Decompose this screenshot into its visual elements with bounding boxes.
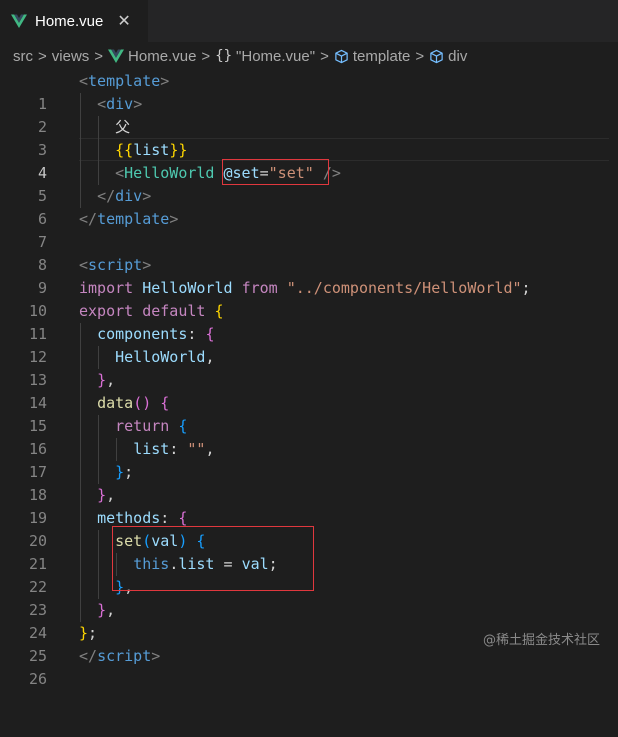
code-line[interactable]: 9 <script> (0, 254, 618, 297)
vue-icon (11, 13, 27, 29)
line-number: 26 (28, 670, 47, 688)
vue-icon (108, 48, 125, 64)
code-line[interactable]: 19 }, (0, 484, 618, 527)
watermark: @稀土掘金技术社区 (482, 633, 600, 648)
code-line[interactable]: 1 <template> (0, 70, 618, 113)
code-line[interactable]: 18 }; (0, 461, 618, 504)
chevron-right-icon: > (320, 47, 329, 65)
code-editor[interactable]: 1 <template> 2 <div> 3 父 4 {{list}} 5 <H… (0, 70, 618, 688)
breadcrumb-div[interactable]: div (429, 48, 467, 65)
breadcrumb-label: div (448, 47, 468, 65)
tab-home-vue[interactable]: Home.vue ✕ (0, 0, 148, 42)
breadcrumb-module[interactable]: {} "Home.vue" (215, 48, 315, 65)
code-line[interactable]: 15 data() { (0, 392, 618, 435)
breadcrumb-home-vue[interactable]: Home.vue (108, 48, 196, 65)
code-line[interactable]: 24 }, (0, 599, 618, 642)
code-line[interactable]: 10 import HelloWorld from "../components… (0, 277, 618, 320)
code-line[interactable]: 6 </div> (0, 185, 618, 228)
chevron-right-icon: > (201, 47, 211, 65)
code-line[interactable]: 12 components: { (0, 323, 618, 366)
close-icon[interactable]: ✕ (117, 11, 130, 31)
code-line[interactable]: 8 (0, 231, 618, 274)
code-line[interactable]: 7 </template> (0, 208, 618, 251)
braces-icon: {} (215, 48, 233, 64)
chevron-right-icon: > (94, 47, 104, 65)
cube-icon (334, 49, 349, 64)
code-line[interactable]: 16 return { (0, 415, 618, 458)
breadcrumb-views[interactable]: views (52, 48, 90, 65)
code-line[interactable]: 26 </script> (0, 645, 618, 688)
breadcrumb-label: Home.vue (128, 47, 197, 65)
breadcrumb-src[interactable]: src (13, 48, 33, 65)
breadcrumb-label: template (352, 47, 411, 65)
breadcrumb: src > views > Home.vue > {} "Home.vue" >… (0, 42, 618, 70)
code-line[interactable]: 13 HelloWorld, (0, 346, 618, 389)
cube-icon (429, 49, 444, 64)
highlight-box-set-event (222, 159, 329, 185)
highlight-box-set-method (112, 526, 314, 591)
code-line[interactable]: 14 }, (0, 369, 618, 412)
breadcrumb-template[interactable]: template (334, 47, 411, 65)
tab-bar: Home.vue ✕ (0, 0, 618, 42)
chevron-right-icon: > (38, 47, 47, 65)
code-line[interactable]: 2 <div> (0, 93, 618, 136)
breadcrumb-label: "Home.vue" (236, 47, 316, 65)
code-line[interactable]: 11 export default { (0, 300, 618, 343)
code-line[interactable]: 17 list: "", (0, 438, 618, 481)
chevron-right-icon: > (415, 47, 425, 65)
code-line[interactable]: 3 父 (0, 116, 618, 159)
tab-label: Home.vue (35, 12, 104, 30)
